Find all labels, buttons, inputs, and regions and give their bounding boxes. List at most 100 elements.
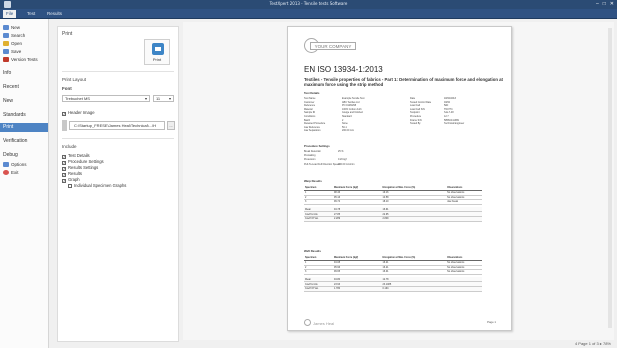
test-detail-key: Tested By bbox=[410, 122, 421, 126]
status-bar: 4 Page 1 of 3 ▸ 78% bbox=[183, 340, 617, 348]
test-details-heading: Test Details bbox=[304, 91, 320, 95]
test-detail-key: Customer bbox=[304, 100, 315, 104]
report-standard: EN ISO 13934-1:2013 bbox=[304, 65, 383, 74]
sidebar-item-standards[interactable]: Standards bbox=[3, 111, 26, 120]
sidebar-item-search[interactable]: Search bbox=[3, 32, 25, 40]
maximize-icon[interactable]: □ bbox=[603, 1, 606, 7]
test-detail-value: Greige and finished bbox=[342, 111, 363, 115]
procedure-setting-value: 0.20 kgf bbox=[338, 158, 347, 162]
weft-results-heading: Weft Results bbox=[304, 249, 321, 253]
test-detail-key: Sample ID bbox=[304, 111, 316, 115]
header-image-path-field[interactable]: C:\Startup_FRESE\James Heal\Technical\..… bbox=[69, 121, 165, 130]
test-detail-key: Conditions bbox=[304, 115, 316, 118]
divider bbox=[62, 138, 174, 139]
test-detail-value: Example Tensile Test bbox=[342, 97, 365, 100]
version-icon bbox=[3, 57, 9, 63]
include-heading: Include bbox=[62, 144, 77, 149]
browse-button[interactable]: ... bbox=[167, 121, 175, 130]
include-graph-checkbox[interactable]: ✓ Graph bbox=[62, 177, 80, 183]
title-bar: TestXpert 2013 - Tensile tests Software … bbox=[0, 0, 617, 9]
print-button[interactable]: Print bbox=[144, 39, 170, 65]
sidebar-item-verification[interactable]: Verification bbox=[3, 137, 27, 146]
table-cell bbox=[446, 286, 482, 292]
include-procedure-settings-checkbox[interactable]: ✓ Procedure Settings bbox=[62, 159, 104, 165]
test-detail-key: Jaw Reference bbox=[304, 125, 320, 129]
page-indicator: 4 Page 1 of 3 ▸ 78% bbox=[574, 341, 611, 346]
test-detail-value: ABC Textiles Ltd bbox=[342, 100, 360, 104]
table-cell: 2.289 bbox=[333, 216, 382, 222]
test-detail-value: 03/02 bbox=[444, 100, 450, 104]
procedure-setting-key: Preloading bbox=[304, 154, 316, 158]
chevron-down-icon: ▾ bbox=[144, 96, 147, 101]
test-detail-value: TN4774 bbox=[444, 107, 453, 111]
procedure-setting-key: Pretension bbox=[304, 158, 316, 162]
warp-results-table: Specimen Maximum Force (kgf) Elongation at… bbox=[304, 185, 482, 222]
sidebar-item-save[interactable]: Save bbox=[3, 48, 21, 56]
options-icon bbox=[3, 162, 9, 168]
procedure-setting-value: 25 % bbox=[338, 150, 344, 153]
printer-icon bbox=[152, 43, 164, 55]
table-cell: Coeff Of Var. bbox=[304, 216, 334, 222]
test-detail-key: Date bbox=[410, 97, 416, 100]
include-results-settings-checkbox[interactable]: ✓ Results Settings bbox=[62, 165, 98, 171]
backstage-sidebar: New Search Open Save Version Tests Info … bbox=[0, 19, 49, 348]
test-detail-value: 200.00 mm bbox=[342, 129, 354, 133]
table-cell: 0.194 bbox=[381, 286, 447, 292]
include-test-details-checkbox[interactable]: ✓ Test Details bbox=[62, 153, 90, 159]
procedure-heading: Procedure Settings bbox=[304, 144, 330, 148]
save-icon bbox=[3, 49, 9, 55]
test-detail-value: 5856C411389 bbox=[444, 118, 459, 122]
ribbon-tabs: File Test Results bbox=[0, 9, 617, 19]
report-page: YOUR COMPANY EN ISO 13934-1:2013 Textile… bbox=[287, 26, 512, 331]
divider bbox=[62, 71, 174, 72]
sidebar-item-options[interactable]: Options bbox=[3, 161, 27, 169]
weft-results-table: Specimen Maximum Force (kgf) Elongation at… bbox=[304, 255, 482, 292]
footer-brand: James Heal bbox=[304, 319, 334, 326]
table-cell: 2.809 bbox=[381, 216, 447, 222]
close-icon[interactable]: ✕ bbox=[610, 1, 614, 7]
sidebar-item-recent[interactable]: Recent bbox=[3, 83, 19, 92]
sidebar-item-new[interactable]: New bbox=[3, 97, 13, 106]
test-detail-value: 5kN bbox=[444, 104, 449, 108]
sidebar-item-print[interactable]: Print bbox=[0, 123, 48, 132]
footer-page: Page 1 bbox=[487, 320, 496, 324]
include-individual-graphs-checkbox[interactable]: Individual Specimen Graphs bbox=[68, 183, 126, 188]
sidebar-item-exit[interactable]: Exit bbox=[3, 169, 19, 177]
font-label: Font bbox=[62, 86, 72, 91]
test-detail-value: Technical Engineer bbox=[444, 122, 465, 126]
tab-test[interactable]: Test bbox=[24, 10, 38, 18]
font-select[interactable]: Trebuchet MS ▾ bbox=[62, 95, 150, 102]
sidebar-item-new-command[interactable]: New bbox=[3, 24, 20, 32]
sidebar-item-debug[interactable]: Debug bbox=[3, 151, 18, 160]
test-detail-value: PO 01284/98 bbox=[342, 104, 357, 108]
test-detail-value: 100% Cotton cloth bbox=[342, 107, 362, 111]
new-icon bbox=[3, 25, 9, 31]
test-detail-key: Test Name bbox=[304, 97, 316, 100]
test-detail-key: Jaw Separation bbox=[304, 129, 321, 133]
test-detail-value: S-E-7-48 bbox=[444, 111, 454, 115]
header-image-thumbnail bbox=[62, 120, 67, 131]
exit-icon bbox=[3, 170, 9, 176]
search-icon bbox=[3, 33, 9, 39]
sidebar-item-open[interactable]: Open bbox=[3, 40, 22, 48]
tab-results[interactable]: Results bbox=[44, 10, 65, 18]
header-image-checkbox[interactable]: ✓ Header Image bbox=[62, 110, 95, 116]
font-size-select[interactable]: 11 ▾ bbox=[153, 95, 174, 102]
table-row: Coeff Of Var. 2.289 2.809 bbox=[304, 216, 482, 222]
test-detail-key: Reference bbox=[304, 104, 316, 108]
sidebar-item-info[interactable]: Info bbox=[3, 69, 11, 78]
tab-file[interactable]: File bbox=[3, 10, 17, 18]
report-footer: James Heal Page 1 bbox=[304, 318, 496, 326]
test-detail-value: 12.7 bbox=[444, 115, 449, 118]
zoom-level[interactable]: 78% bbox=[603, 341, 611, 346]
print-options-panel: Print Print Print Layout Font Trebuchet … bbox=[57, 26, 179, 342]
test-detail-value: 2 bbox=[342, 118, 344, 122]
window-title: TestXpert 2013 - Tensile tests Software bbox=[269, 1, 348, 6]
test-detail-key: Batch bbox=[304, 118, 311, 122]
print-button-label: Print bbox=[152, 57, 162, 62]
include-results-checkbox[interactable]: ✓ Results bbox=[62, 171, 82, 177]
sidebar-item-version-tests[interactable]: Version Tests bbox=[3, 56, 38, 64]
print-layout-heading: Print Layout bbox=[62, 77, 87, 82]
vertical-scrollbar[interactable] bbox=[608, 28, 612, 328]
minimize-icon[interactable]: – bbox=[596, 1, 599, 7]
